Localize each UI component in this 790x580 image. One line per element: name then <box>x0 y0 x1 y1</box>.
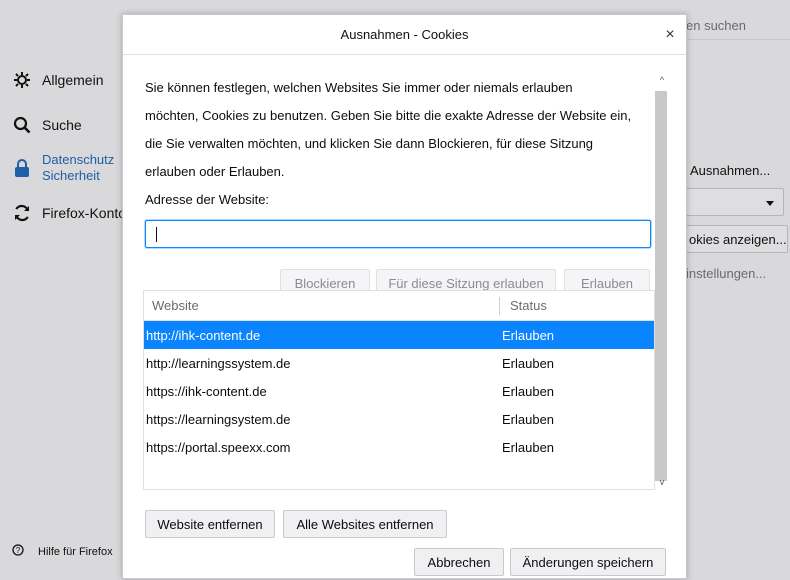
search-icon <box>12 115 32 135</box>
sidebar-item-general[interactable]: Allgemein <box>12 70 103 90</box>
remove-all-websites-button[interactable]: Alle Websites entfernen <box>283 510 447 538</box>
row-status: Erlauben <box>502 439 555 455</box>
cookie-setting-select[interactable] <box>680 188 784 216</box>
row-site: https://portal.speexx.com <box>146 439 291 455</box>
exceptions-table[interactable]: Website Status http://ihk-content.de Erl… <box>143 290 655 490</box>
table-row[interactable]: http://ihk-content.de Erlauben <box>144 321 654 349</box>
row-status: Erlauben <box>502 355 555 371</box>
save-changes-button[interactable]: Änderungen speichern <box>510 548 666 576</box>
text-caret <box>156 227 157 242</box>
website-address-input[interactable] <box>145 220 651 248</box>
scroll-down-icon[interactable]: v <box>657 477 667 487</box>
sidebar-item-privacy[interactable]: Datenschutz Sicherheit <box>12 152 114 184</box>
find-in-preferences-input[interactable]: en suchen <box>680 10 790 40</box>
dialog-scrollbar[interactable]: ^ v <box>654 73 669 489</box>
sidebar-item-search[interactable]: Suche <box>12 115 82 135</box>
sidebar-item-label: Firefox-Konto <box>42 205 127 221</box>
scrollbar-thumb[interactable] <box>655 91 667 481</box>
description: Sie können festlegen, welchen Websites S… <box>145 80 632 179</box>
row-site: http://learningssystem.de <box>146 355 291 371</box>
help-label: Hilfe für Firefox <box>38 545 113 558</box>
cookie-exceptions-dialog: Ausnahmen - Cookies × Sie können festleg… <box>122 14 687 579</box>
row-status: Erlauben <box>502 411 555 427</box>
chevron-down-icon <box>766 201 774 206</box>
settings-button[interactable]: instellungen... <box>686 266 766 281</box>
help-link[interactable]: ? Hilfe für Firefox <box>12 544 113 559</box>
column-header-status[interactable]: Status <box>500 298 547 313</box>
dialog-title: Ausnahmen - Cookies <box>340 27 469 42</box>
close-icon[interactable]: × <box>660 25 680 45</box>
table-header: Website Status <box>144 291 654 321</box>
sidebar-item-label: Allgemein <box>42 72 104 88</box>
row-site: https://ihk-content.de <box>146 383 267 399</box>
table-row[interactable]: https://ihk-content.de Erlauben <box>144 377 654 405</box>
row-status: Erlauben <box>502 383 555 399</box>
address-label: Adresse der Website: <box>145 192 270 207</box>
sidebar-item-label: Datenschutz Sicherheit <box>42 152 115 183</box>
show-cookies-button[interactable]: okies anzeigen... <box>680 225 788 253</box>
scroll-up-icon[interactable]: ^ <box>657 75 667 85</box>
row-site: https://learningsystem.de <box>146 411 291 427</box>
table-row[interactable]: https://portal.speexx.com Erlauben <box>144 433 654 461</box>
svg-text:?: ? <box>16 546 21 555</box>
gear-icon <box>12 70 32 90</box>
table-row[interactable]: https://learningsystem.de Erlauben <box>144 405 654 433</box>
cancel-button[interactable]: Abbrechen <box>414 548 504 576</box>
dialog-titlebar: Ausnahmen - Cookies × <box>123 15 686 55</box>
dialog-content: Sie können festlegen, welchen Websites S… <box>123 56 688 580</box>
sidebar-item-label: Suche <box>42 117 82 133</box>
row-status: Erlauben <box>502 327 555 343</box>
remove-website-button[interactable]: Website entfernen <box>145 510 275 538</box>
exceptions-button[interactable]: Ausnahmen... <box>680 156 788 184</box>
table-row[interactable]: http://learningssystem.de Erlauben <box>144 349 654 377</box>
help-icon: ? <box>12 544 24 559</box>
column-header-website[interactable]: Website <box>144 296 500 315</box>
sidebar-item-firefox-account[interactable]: Firefox-Konto <box>12 203 126 223</box>
lock-icon <box>12 158 32 178</box>
sync-icon <box>12 203 32 223</box>
row-site: http://ihk-content.de <box>146 327 261 343</box>
